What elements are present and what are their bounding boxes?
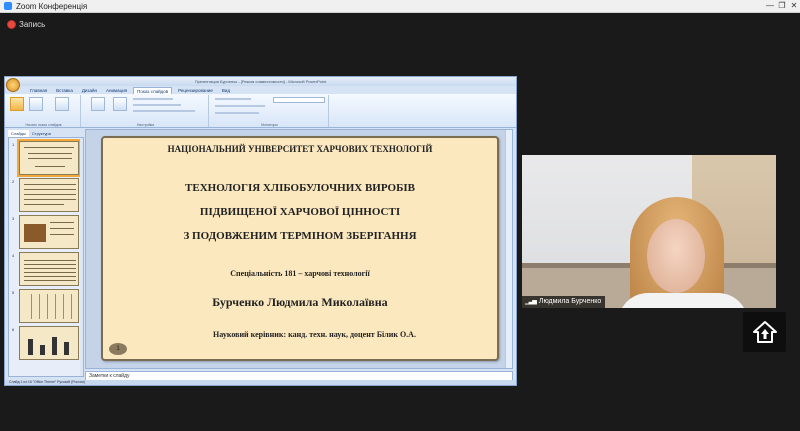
- tab-animation[interactable]: Анимация: [103, 87, 130, 94]
- tab-slideshow[interactable]: Показ слайдов: [133, 87, 173, 94]
- minimize-button[interactable]: —: [764, 0, 776, 12]
- slide-supervisor: Науковий керівник: канд. техн. наук, доц…: [213, 330, 416, 339]
- slide-university: НАЦІОНАЛЬНИЙ УНІВЕРСИТЕТ ХАРЧОВИХ ТЕХНОЛ…: [167, 144, 433, 154]
- from-current-button[interactable]: [29, 97, 43, 111]
- participant-name-tag: ▁▃▅ Людмила Бурченко: [522, 296, 606, 308]
- share-screen-button[interactable]: [743, 312, 786, 352]
- ribbon-group-label: Мониторы: [261, 123, 278, 127]
- ribbon-group-label: Начать показ слайдов: [25, 123, 62, 127]
- shared-screen-powerpoint: Презентация Бурченко - [Режим совместимо…: [4, 76, 517, 386]
- share-arrow-icon: [752, 321, 777, 343]
- slide-thumbnail-6[interactable]: 6: [12, 326, 79, 360]
- ribbon-group-label: Настройка: [136, 123, 155, 127]
- hide-slide-button[interactable]: [113, 97, 127, 111]
- slide-thumbnail-1[interactable]: 1: [12, 139, 81, 177]
- slide-thumbnail-3[interactable]: 3: [12, 215, 79, 249]
- slide-author: Бурченко Людмила Миколаївна: [212, 295, 388, 309]
- tab-outline-pane[interactable]: Структура: [29, 130, 54, 137]
- recording-label: Запись: [19, 20, 46, 29]
- close-button[interactable]: ✕: [788, 0, 800, 12]
- participant-face: [647, 219, 705, 293]
- zoom-titlebar: Zoom Конференція — ❐ ✕: [0, 0, 800, 13]
- current-slide[interactable]: НАЦІОНАЛЬНИЙ УНІВЕРСИТЕТ ХАРЧОВИХ ТЕХНОЛ…: [101, 136, 499, 361]
- ribbon-tabs: Главная Вставка Дизайн Анимация Показ сл…: [27, 87, 233, 94]
- slide-title-line1: ТЕХНОЛОГІЯ ХЛІБОБУЛОЧНИХ ВИРОБІВ: [185, 182, 415, 194]
- tab-home[interactable]: Главная: [27, 87, 50, 94]
- window-title: Zoom Конференція: [16, 1, 88, 11]
- signal-bars-icon: ▁▃▅: [525, 299, 537, 305]
- slide-thumbnail-2[interactable]: 2: [12, 178, 79, 212]
- tab-review[interactable]: Рецензирование: [175, 87, 216, 94]
- ppt-window-title: Презентация Бурченко - [Режим совместимо…: [5, 77, 516, 86]
- resolution-select[interactable]: [273, 97, 325, 103]
- setup-show-button[interactable]: [91, 97, 105, 111]
- ribbon-group-monitors: Мониторы: [211, 95, 329, 127]
- slide-specialty: Спеціальність 181 – харчові технології: [230, 269, 370, 278]
- slide-title-line3: З ПОДОВЖЕНИМ ТЕРМІНОМ ЗБЕРІГАННЯ: [183, 230, 417, 242]
- from-beginning-button[interactable]: [10, 97, 24, 111]
- tab-view[interactable]: Вид: [219, 87, 233, 94]
- slide-thumbnails-pane: 1 2 3 4 5 6: [8, 137, 84, 377]
- slide-editing-area: НАЦІОНАЛЬНИЙ УНІВЕРСИТЕТ ХАРЧОВИХ ТЕХНОЛ…: [85, 129, 513, 369]
- ppt-status-bar: Слайд 1 из 16 "Office Theme" Русский (Ро…: [5, 380, 516, 385]
- pane-tabs: Слайды Структура: [8, 130, 84, 137]
- slide-thumbnail-4[interactable]: 4: [12, 252, 79, 286]
- tab-design[interactable]: Дизайн: [79, 87, 100, 94]
- slide-number-badge: 1: [109, 343, 127, 355]
- zoom-logo-icon: [4, 2, 12, 10]
- office-button-icon[interactable]: [6, 78, 20, 92]
- ribbon: Начать показ слайдов Настройка Мониторы: [5, 94, 516, 128]
- window-controls: — ❐ ✕: [764, 0, 800, 12]
- custom-show-button[interactable]: [55, 97, 69, 111]
- participant-name: Людмила Бурченко: [538, 298, 602, 305]
- ribbon-group-setup: Настройка: [83, 95, 209, 127]
- tab-slides-pane[interactable]: Слайды: [8, 130, 29, 137]
- maximize-button[interactable]: ❐: [776, 0, 788, 12]
- slide-title-line2: ПІДВИЩЕНОЇ ХАРЧОВОЇ ЦІННОСТІ: [199, 206, 401, 218]
- record-dot-icon: [8, 21, 15, 28]
- participant-video[interactable]: [522, 155, 776, 308]
- tab-insert[interactable]: Вставка: [53, 87, 76, 94]
- thumbnails-scrollbar[interactable]: [80, 138, 83, 376]
- ribbon-group-start: Начать показ слайдов: [7, 95, 81, 127]
- slide-thumbnail-5[interactable]: 5: [12, 289, 79, 323]
- recording-indicator[interactable]: Запись: [8, 20, 45, 29]
- slide-scrollbar[interactable]: [505, 130, 512, 368]
